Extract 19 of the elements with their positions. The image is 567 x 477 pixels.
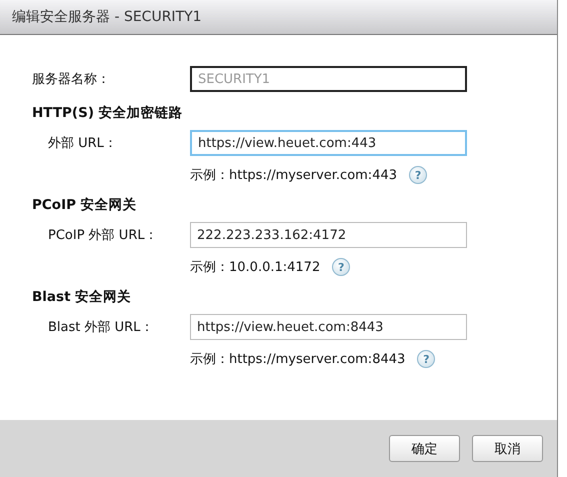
help-icon[interactable]: ? — [332, 258, 350, 276]
section-heading: PCoIP 安全网关 — [32, 196, 138, 214]
dialog-button[interactable]: 确定 — [389, 435, 460, 462]
section-heading: Blast 安全网关 — [32, 288, 132, 306]
example-text: 示例：https://myserver.com:443 — [190, 167, 398, 184]
example-text: 示例：10.0.0.1:4172 — [190, 259, 320, 276]
field-label: Blast 外部 URL： — [47, 319, 154, 336]
example-text: 示例：https://myserver.com:8443 — [190, 351, 406, 368]
url-field[interactable]: https://view.heuet.com:443 — [190, 130, 467, 156]
dialog-button[interactable]: 取消 — [472, 435, 543, 462]
field-label: 服务器名称： — [32, 71, 111, 88]
window-title: 编辑安全服务器 - SECURITY1 — [12, 8, 202, 26]
section-heading: HTTP(S) 安全加密链路 — [32, 104, 184, 122]
url-field[interactable]: https://view.heuet.com:8443 — [190, 314, 467, 340]
field-label: 外部 URL： — [47, 135, 118, 152]
field-label: PCoIP 外部 URL： — [47, 227, 159, 244]
url-field[interactable]: 222.223.233.162:4172 — [190, 222, 467, 248]
help-icon[interactable]: ? — [409, 166, 428, 184]
help-icon[interactable]: ? — [417, 350, 436, 368]
